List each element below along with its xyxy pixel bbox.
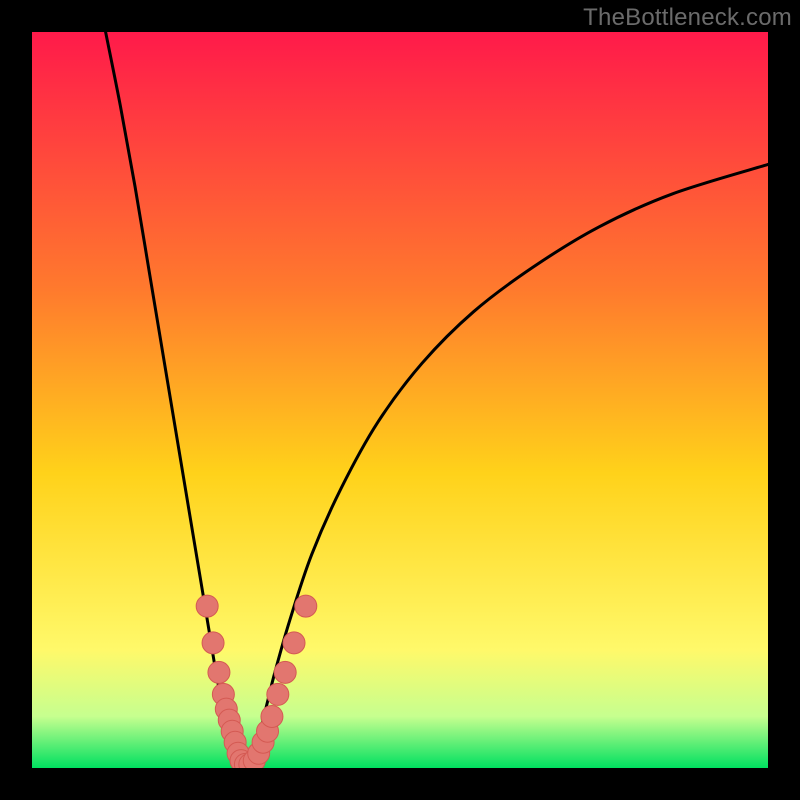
sample-point <box>208 661 230 683</box>
chart-frame: TheBottleneck.com <box>0 0 800 800</box>
sample-point <box>283 632 305 654</box>
chart-svg <box>32 32 768 768</box>
sample-point <box>202 632 224 654</box>
plot-area <box>32 32 768 768</box>
sample-point <box>274 661 296 683</box>
sample-point <box>196 595 218 617</box>
sample-point <box>261 705 283 727</box>
watermark-text: TheBottleneck.com <box>583 4 792 32</box>
sample-point <box>267 683 289 705</box>
gradient-background <box>32 32 768 768</box>
sample-point <box>295 595 317 617</box>
